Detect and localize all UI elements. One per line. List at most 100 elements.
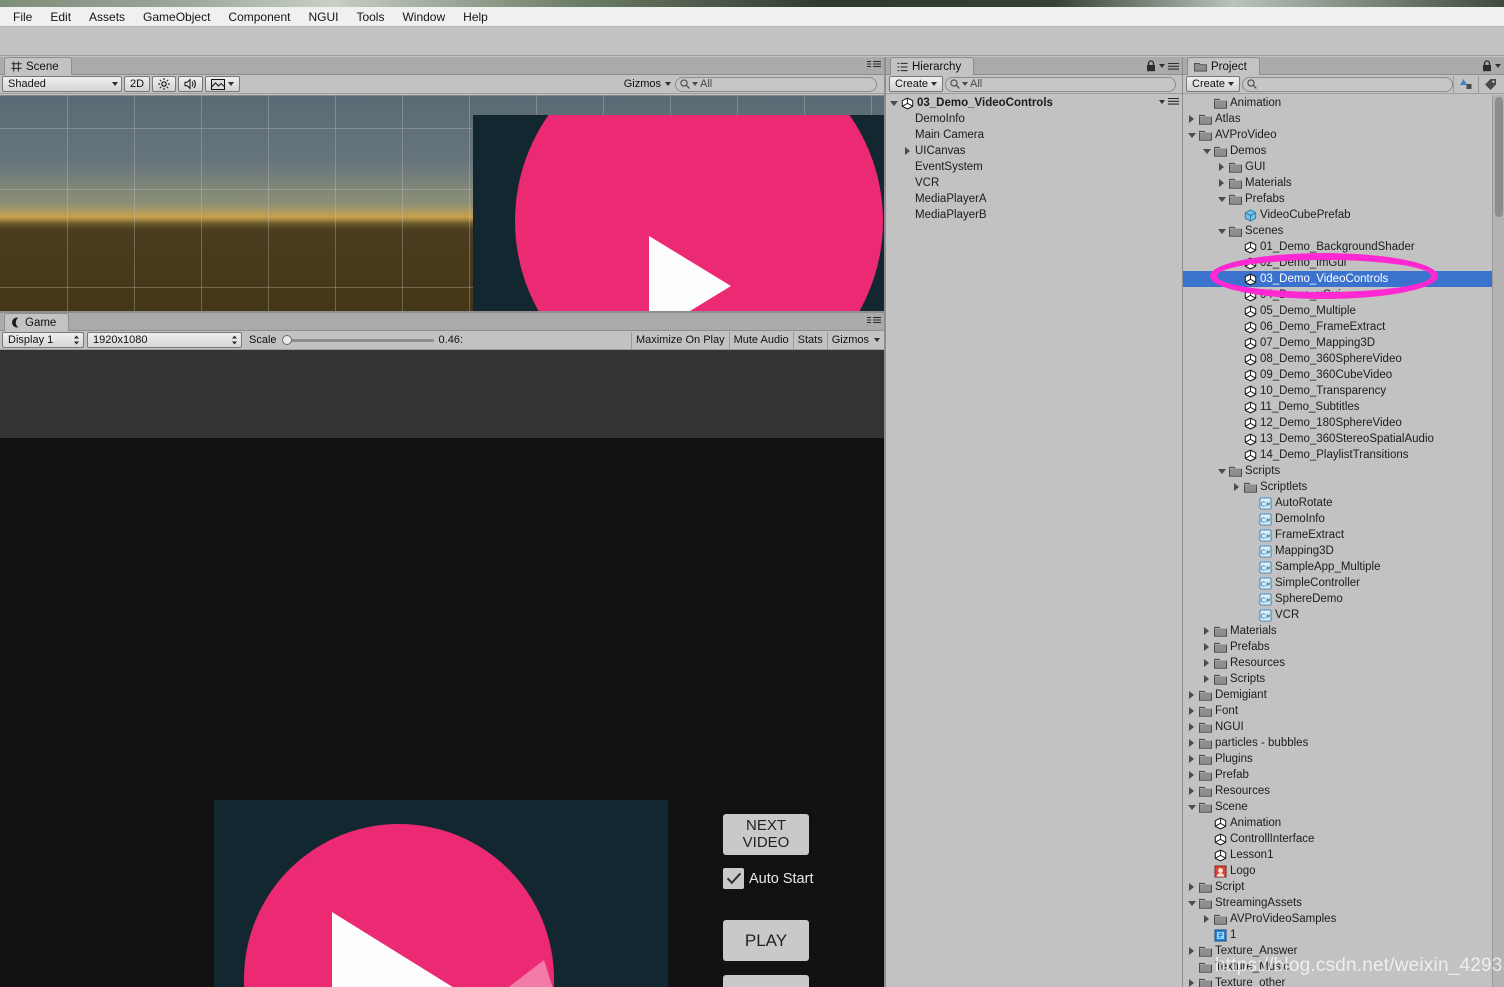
- tree-arrow-expanded-icon[interactable]: [1202, 148, 1211, 154]
- hierarchy-item[interactable]: MediaPlayerB: [886, 207, 1182, 223]
- scale-slider-group[interactable]: Scale 0.46:: [249, 334, 463, 346]
- menu-item-file[interactable]: File: [4, 8, 41, 26]
- project-item[interactable]: particles - bubbles: [1183, 735, 1504, 751]
- panel-divider-scene-game[interactable]: [0, 311, 884, 313]
- project-item[interactable]: 11_Demo_Subtitles: [1183, 399, 1504, 415]
- tree-arrow-collapsed-icon[interactable]: [1219, 163, 1224, 171]
- project-item[interactable]: Animation: [1183, 95, 1504, 111]
- tab-project[interactable]: Project: [1187, 57, 1260, 75]
- menu-item-help[interactable]: Help: [454, 8, 497, 26]
- audio-toggle-button[interactable]: [178, 76, 204, 92]
- project-item[interactable]: 01_Demo_BackgroundShader: [1183, 239, 1504, 255]
- tree-arrow-collapsed-icon[interactable]: [1189, 723, 1194, 731]
- tree-arrow[interactable]: [889, 100, 898, 106]
- project-item[interactable]: Resources: [1183, 783, 1504, 799]
- hierarchy-create-button[interactable]: Create: [889, 76, 944, 92]
- tree-arrow-collapsed-icon[interactable]: [1219, 179, 1224, 187]
- tree-arrow[interactable]: [1217, 228, 1226, 234]
- shading-mode-dropdown[interactable]: Shaded: [2, 76, 122, 92]
- project-item[interactable]: C# Mapping3D: [1183, 543, 1504, 559]
- project-item[interactable]: 10_Demo_Transparency: [1183, 383, 1504, 399]
- tree-arrow[interactable]: [1187, 787, 1196, 795]
- hierarchy-item[interactable]: EventSystem: [886, 159, 1182, 175]
- project-item[interactable]: ControllInterface: [1183, 831, 1504, 847]
- project-item[interactable]: Texture_Music: [1183, 959, 1504, 975]
- tree-arrow[interactable]: [1187, 707, 1196, 715]
- mute-audio-toggle[interactable]: Mute Audio: [728, 331, 793, 349]
- project-item[interactable]: Materials: [1183, 623, 1504, 639]
- project-item[interactable]: Scriptlets: [1183, 479, 1504, 495]
- fx-toggle-button[interactable]: [205, 76, 241, 92]
- project-create-button[interactable]: Create: [1186, 76, 1241, 92]
- scale-slider[interactable]: [281, 335, 434, 345]
- tree-arrow[interactable]: [1187, 115, 1196, 123]
- hierarchy-item[interactable]: VCR: [886, 175, 1182, 191]
- project-tab-controls[interactable]: [1482, 60, 1501, 72]
- menu-item-assets[interactable]: Assets: [80, 8, 134, 26]
- project-item[interactable]: 02_Demo_imGui: [1183, 255, 1504, 271]
- tree-arrow-collapsed-icon[interactable]: [1189, 947, 1194, 955]
- project-item[interactable]: C# FrameExtract: [1183, 527, 1504, 543]
- tree-arrow[interactable]: [1187, 723, 1196, 731]
- project-item[interactable]: Lesson1: [1183, 847, 1504, 863]
- project-item[interactable]: C# VCR: [1183, 607, 1504, 623]
- project-item[interactable]: Materials: [1183, 175, 1504, 191]
- tree-arrow-collapsed-icon[interactable]: [1204, 659, 1209, 667]
- maximize-on-play-toggle[interactable]: Maximize On Play: [630, 331, 729, 349]
- tree-arrow-collapsed-icon[interactable]: [1234, 483, 1239, 491]
- tree-arrow[interactable]: [1232, 483, 1241, 491]
- tree-arrow-collapsed-icon[interactable]: [1189, 771, 1194, 779]
- project-item[interactable]: Demos: [1183, 143, 1504, 159]
- project-item[interactable]: Atlas: [1183, 111, 1504, 127]
- tree-arrow[interactable]: [1187, 691, 1196, 699]
- project-item[interactable]: 1: [1183, 927, 1504, 943]
- project-item[interactable]: 09_Demo_360CubeVideo: [1183, 367, 1504, 383]
- hierarchy-item[interactable]: MediaPlayerA: [886, 191, 1182, 207]
- tree-arrow-expanded-icon[interactable]: [1187, 804, 1196, 810]
- tree-arrow-expanded-icon[interactable]: [1217, 228, 1226, 234]
- project-item[interactable]: Prefabs: [1183, 191, 1504, 207]
- tree-arrow[interactable]: [1217, 163, 1226, 171]
- tree-arrow-collapsed-icon[interactable]: [905, 147, 910, 155]
- project-item[interactable]: GUI: [1183, 159, 1504, 175]
- project-scrollbar-thumb[interactable]: [1495, 97, 1503, 217]
- project-item[interactable]: 06_Demo_FrameExtract: [1183, 319, 1504, 335]
- project-item[interactable]: 04_Demo_uGui: [1183, 287, 1504, 303]
- tree-arrow-collapsed-icon[interactable]: [1204, 627, 1209, 635]
- stats-toggle[interactable]: Stats: [792, 331, 827, 349]
- project-item[interactable]: C# AutoRotate: [1183, 495, 1504, 511]
- tree-arrow-collapsed-icon[interactable]: [1189, 691, 1194, 699]
- tree-arrow-collapsed-icon[interactable]: [1189, 707, 1194, 715]
- project-item[interactable]: AVProVideoSamples: [1183, 911, 1504, 927]
- hierarchy-item[interactable]: 03_Demo_VideoControls: [886, 95, 1182, 111]
- tree-arrow-expanded-icon[interactable]: [1217, 468, 1226, 474]
- project-item[interactable]: 07_Demo_Mapping3D: [1183, 335, 1504, 351]
- tree-arrow[interactable]: [1187, 883, 1196, 891]
- project-item-selected[interactable]: 03_Demo_VideoControls: [1183, 271, 1504, 287]
- tree-arrow-collapsed-icon[interactable]: [1189, 739, 1194, 747]
- tree-arrow[interactable]: [1202, 643, 1211, 651]
- tree-arrow[interactable]: [1187, 132, 1196, 138]
- project-item[interactable]: VideoCubePrefab: [1183, 207, 1504, 223]
- hierarchy-tab-controls[interactable]: [1146, 60, 1179, 72]
- project-search-input[interactable]: [1242, 76, 1453, 92]
- project-item[interactable]: C# SimpleController: [1183, 575, 1504, 591]
- tree-arrow-collapsed-icon[interactable]: [1204, 675, 1209, 683]
- menu-item-component[interactable]: Component: [219, 8, 299, 26]
- tree-arrow[interactable]: [1187, 947, 1196, 955]
- tree-arrow[interactable]: [1217, 468, 1226, 474]
- project-item[interactable]: 05_Demo_Multiple: [1183, 303, 1504, 319]
- project-item[interactable]: Scripts: [1183, 671, 1504, 687]
- scale-slider-handle[interactable]: [281, 335, 292, 345]
- tab-scene[interactable]: Scene: [4, 57, 72, 75]
- project-item[interactable]: Scenes: [1183, 223, 1504, 239]
- project-scrollbar[interactable]: [1492, 95, 1504, 987]
- tree-arrow[interactable]: [1187, 771, 1196, 779]
- tree-arrow[interactable]: [1202, 148, 1211, 154]
- project-item[interactable]: Logo: [1183, 863, 1504, 879]
- tree-arrow[interactable]: [1202, 675, 1211, 683]
- 2d-toggle-button[interactable]: 2D: [124, 76, 151, 92]
- project-item[interactable]: 12_Demo_180SphereVideo: [1183, 415, 1504, 431]
- tree-arrow-collapsed-icon[interactable]: [1189, 787, 1194, 795]
- tree-arrow[interactable]: [1202, 659, 1211, 667]
